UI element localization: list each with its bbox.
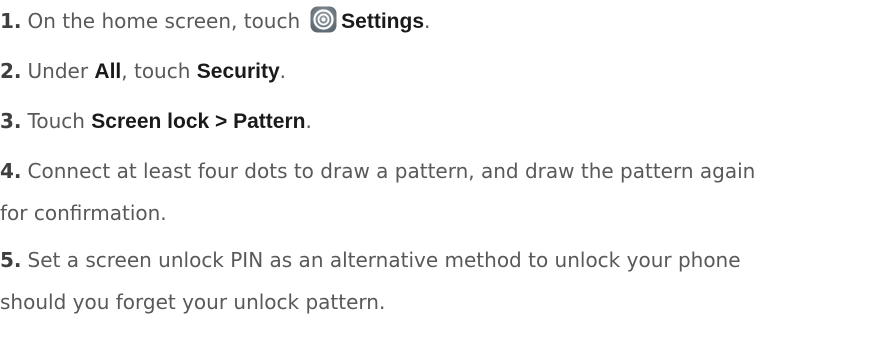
all-label: All [94,60,122,83]
step-2: 2. Under All, touch Security. [0,50,286,93]
step-5: 5. Set a screen unlock PIN as an alternat… [0,239,741,323]
security-label: Security [196,60,280,83]
step-text-mid: , touch [121,59,197,83]
step-text-line-1: Connect at least four dots to draw a pat… [27,159,756,183]
step-text-line-2: for confirmation. [0,201,167,225]
step-number: 5. [0,248,22,272]
step-number: 3. [0,109,22,133]
step-1: 1. On the home screen, touch Settings. [0,0,430,43]
step-text: Touch [27,109,92,133]
step-text: On the home screen, touch [27,9,301,33]
step-text-line-1: Set a screen unlock PIN as an alternativ… [27,248,741,272]
screen-lock-pattern-label: Screen lock > Pattern [91,110,306,133]
step-number: 2. [0,59,22,83]
step-text: Under [27,59,95,83]
settings-icon [310,5,337,33]
step-3: 3. Touch Screen lock > Pattern. [0,100,312,143]
step-number: 4. [0,159,22,183]
step-text-end: . [279,59,286,83]
settings-label: Settings [341,10,424,33]
step-4: 4. Connect at least four dots to draw a p… [0,150,755,234]
step-text-end: . [305,109,312,133]
step-text-end: . [424,9,431,33]
step-text-line-2: should you forget your unlock pattern. [0,290,386,314]
step-number: 1. [0,9,22,33]
